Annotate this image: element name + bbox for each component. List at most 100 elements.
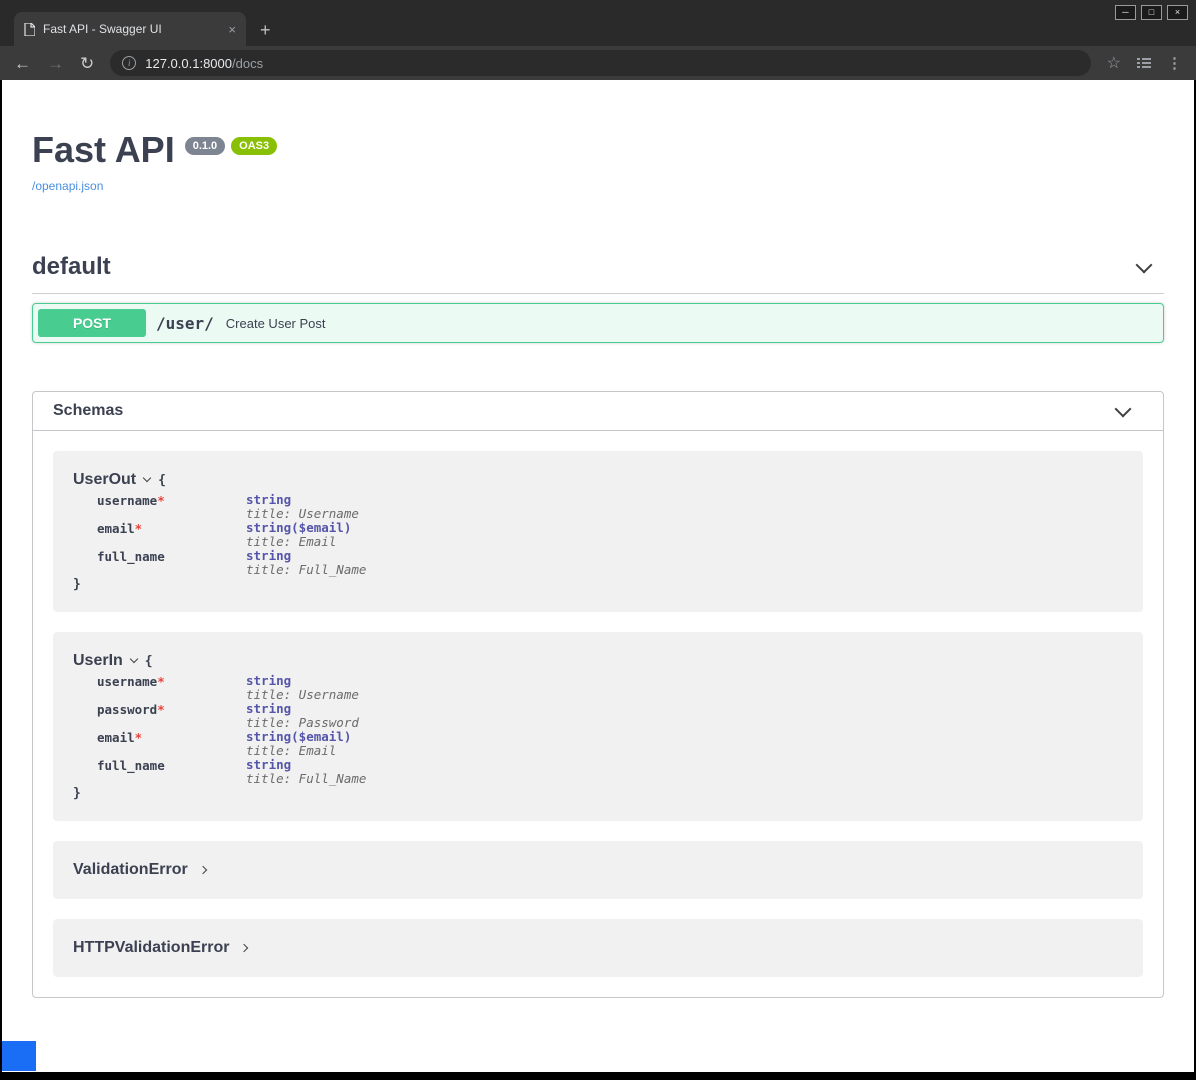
property-meta: title: Username <box>246 506 359 521</box>
property-row: full_name stringtitle: Full_Name <box>73 758 1123 786</box>
openapi-spec-link[interactable]: /openapi.json <box>32 179 103 193</box>
property-detail: string($email)title: Email <box>246 521 351 549</box>
tag-section-default: default POST /user/ Create User Post <box>32 241 1164 343</box>
opblock-summary[interactable]: POST /user/ Create User Post <box>33 304 1163 342</box>
schemas-section: Schemas UserOut { username* stringtitle:… <box>32 391 1164 998</box>
page-content: Fast API 0.1.0 OAS3 /openapi.json defaul… <box>2 80 1194 1072</box>
model-name: UserOut <box>73 471 136 489</box>
schemas-heading: Schemas <box>53 402 123 420</box>
window-close-button[interactable]: × <box>1167 5 1188 20</box>
chevron-down-icon <box>143 473 151 481</box>
browser-titlebar: ─ □ × Fast API - Swagger UI × + <box>0 0 1196 46</box>
tag-header-default[interactable]: default <box>32 241 1164 294</box>
url-host: 127.0.0.1:8000 <box>145 56 232 71</box>
property-row: email* string($email)title: Email <box>73 521 1123 549</box>
property-detail: stringtitle: Username <box>246 674 359 702</box>
property-type: string($email) <box>246 520 351 535</box>
reload-icon[interactable]: ↻ <box>80 55 94 72</box>
property-type: string <box>246 757 291 772</box>
required-star: * <box>135 730 143 745</box>
opblock-post-user: POST /user/ Create User Post <box>32 303 1164 343</box>
window-maximize-button[interactable]: □ <box>1141 5 1162 20</box>
open-brace: { <box>145 654 153 669</box>
property-detail: stringtitle: Username <box>246 493 359 521</box>
property-row: username* stringtitle: Username <box>73 674 1123 702</box>
model-validationerror-toggle[interactable]: ValidationError <box>73 861 1123 879</box>
property-meta: title: Username <box>246 687 359 702</box>
forward-icon[interactable]: → <box>47 55 64 72</box>
chevron-down-icon <box>130 654 138 662</box>
operation-summary: Create User Post <box>226 316 326 331</box>
operation-path: /user/ <box>156 314 214 333</box>
property-name: full_name <box>97 758 246 786</box>
schemas-header[interactable]: Schemas <box>33 392 1163 431</box>
property-name: username* <box>97 674 246 702</box>
back-icon[interactable]: ← <box>14 55 31 72</box>
property-name: username* <box>97 493 246 521</box>
tab-close-icon[interactable]: × <box>228 22 236 37</box>
required-star: * <box>157 493 165 508</box>
model-name: UserIn <box>73 652 123 670</box>
model-userout: UserOut { username* stringtitle: Usernam… <box>53 451 1143 612</box>
required-star: * <box>135 521 143 536</box>
property-row: password* stringtitle: Password <box>73 702 1123 730</box>
open-brace: { <box>158 473 166 488</box>
required-star: * <box>157 674 165 689</box>
tab-favicon-icon <box>24 23 35 36</box>
property-row: username* stringtitle: Username <box>73 493 1123 521</box>
close-brace: } <box>73 786 1123 801</box>
bottom-left-blue-box <box>2 1041 36 1071</box>
model-userin: UserIn { username* stringtitle: Username… <box>53 632 1143 821</box>
url-path: /docs <box>232 56 263 71</box>
schemas-body: UserOut { username* stringtitle: Usernam… <box>33 431 1163 997</box>
property-row: email* string($email)title: Email <box>73 730 1123 758</box>
window-minimize-button[interactable]: ─ <box>1115 5 1136 20</box>
required-star: * <box>157 702 165 717</box>
property-detail: stringtitle: Full_Name <box>246 549 366 577</box>
property-name: full_name <box>97 549 246 577</box>
api-info: Fast API 0.1.0 OAS3 /openapi.json <box>32 128 1164 195</box>
model-userout-toggle[interactable]: UserOut { <box>73 471 1123 489</box>
chevron-down-icon <box>1115 400 1132 417</box>
property-name: email* <box>97 521 246 549</box>
url-text: 127.0.0.1:8000/docs <box>145 56 263 71</box>
close-brace: } <box>73 577 1123 592</box>
window-controls: ─ □ × <box>1115 5 1188 20</box>
property-name: password* <box>97 702 246 730</box>
chevron-down-icon <box>1136 256 1153 273</box>
property-type: string <box>246 492 291 507</box>
model-userin-toggle[interactable]: UserIn { <box>73 652 1123 670</box>
page-title: Fast API <box>32 128 175 171</box>
chevron-right-icon <box>240 944 248 952</box>
property-type: string($email) <box>246 729 351 744</box>
property-type: string <box>246 548 291 563</box>
property-detail: string($email)title: Email <box>246 730 351 758</box>
tab-title: Fast API - Swagger UI <box>43 22 220 36</box>
bookmark-star-icon[interactable]: ☆ <box>1107 53 1121 73</box>
property-type: string <box>246 701 291 716</box>
browser-menu-icon[interactable]: ⋮ <box>1167 54 1182 72</box>
property-type: string <box>246 673 291 688</box>
model-validationerror: ValidationError <box>53 841 1143 899</box>
property-meta: title: Email <box>246 534 336 549</box>
http-method-badge: POST <box>38 309 146 337</box>
new-tab-button[interactable]: + <box>260 21 271 39</box>
browser-toolbar: ← → ↻ i 127.0.0.1:8000/docs ☆ ⋮ <box>0 46 1196 80</box>
property-detail: stringtitle: Password <box>246 702 359 730</box>
property-row: full_name stringtitle: Full_Name <box>73 549 1123 577</box>
model-name: ValidationError <box>73 861 188 879</box>
address-bar[interactable]: i 127.0.0.1:8000/docs <box>110 50 1090 76</box>
property-meta: title: Email <box>246 743 336 758</box>
property-meta: title: Password <box>246 715 359 730</box>
model-httpvalidationerror: HTTPValidationError <box>53 919 1143 977</box>
toolbar-list-icon[interactable] <box>1137 57 1151 69</box>
site-info-icon[interactable]: i <box>122 56 136 70</box>
property-meta: title: Full_Name <box>246 562 366 577</box>
browser-tab[interactable]: Fast API - Swagger UI × <box>14 12 246 46</box>
version-badge: 0.1.0 <box>185 137 225 155</box>
tag-name: default <box>32 253 111 281</box>
property-meta: title: Full_Name <box>246 771 366 786</box>
chevron-right-icon <box>198 866 206 874</box>
model-name: HTTPValidationError <box>73 939 229 957</box>
model-httpvalidationerror-toggle[interactable]: HTTPValidationError <box>73 939 1123 957</box>
